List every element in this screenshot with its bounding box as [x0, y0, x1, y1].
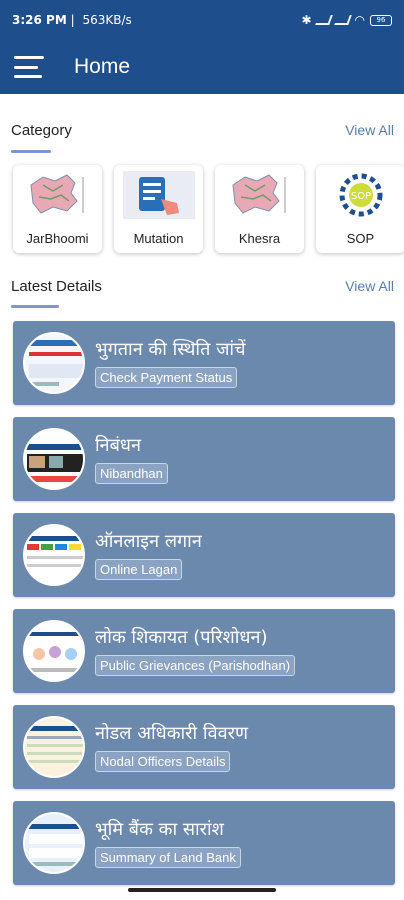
land-bank-screenshot-thumbnail	[23, 812, 85, 874]
bluetooth-icon: ✱	[301, 13, 312, 27]
signal-icon	[314, 15, 333, 25]
app-bar: Home	[0, 40, 404, 94]
latest-item-public-grievances[interactable]: लोक शिकायत (परिशोधन) Public Grievances (…	[13, 609, 395, 693]
category-header: Category View All	[11, 122, 394, 139]
item-english-label: Public Grievances (Parishodhan)	[95, 654, 296, 676]
battery-level: 96	[376, 16, 386, 24]
latest-item-payment-status[interactable]: भुगतान की स्थिति जांचें Check Payment St…	[13, 321, 395, 405]
category-heading: Category	[11, 122, 72, 139]
mutation-document-icon	[122, 171, 195, 219]
item-english-label: Online Lagan	[95, 558, 183, 580]
category-label: JarBhoomi	[26, 231, 89, 246]
page-title: Home	[74, 55, 131, 78]
category-khesra[interactable]: Khesra	[215, 165, 304, 253]
category-sop[interactable]: SOP SOP	[316, 165, 404, 253]
gesture-home-bar[interactable]	[128, 888, 276, 892]
top-bar: 3:26 PM | 563KB/s ✱ ◠ 96 Home	[0, 0, 404, 94]
item-hindi-title: भूमि बैंक का सारांश	[95, 818, 224, 840]
category-underline	[11, 150, 51, 153]
item-english-label: Summary of Land Bank	[95, 846, 241, 868]
status-icons: ✱ ◠ 96	[301, 13, 392, 27]
category-list: JarBhoomi Mutation Khesra SOP SOP	[13, 165, 404, 253]
item-english-label: Nibandhan	[95, 462, 168, 484]
latest-heading: Latest Details	[11, 278, 102, 295]
item-hindi-title: नोडल अधिकारी विवरण	[95, 722, 248, 744]
payment-screenshot-thumbnail	[23, 332, 85, 394]
item-hindi-title: भुगतान की स्थिति जांचें	[95, 338, 246, 360]
hamburger-menu-icon[interactable]	[14, 56, 44, 78]
category-view-all-link[interactable]: View All	[345, 122, 394, 138]
latest-view-all-link[interactable]: View All	[345, 278, 394, 294]
signal-icon	[333, 15, 352, 25]
latest-list: भुगतान की स्थिति जांचें Check Payment St…	[13, 321, 395, 897]
bihar-map-icon	[225, 171, 295, 219]
item-hindi-title: निबंधन	[95, 434, 141, 456]
item-hindi-title: ऑनलाइन लगान	[95, 530, 202, 552]
category-label: Mutation	[133, 231, 184, 246]
latest-item-nibandhan[interactable]: निबंधन Nibandhan	[13, 417, 395, 501]
latest-header: Latest Details View All	[11, 278, 394, 295]
grievance-screenshot-thumbnail	[23, 620, 85, 682]
item-english-label: Nodal Officers Details	[95, 750, 231, 772]
sop-gear-icon: SOP	[326, 171, 396, 219]
svg-text:SOP: SOP	[350, 191, 370, 202]
status-network-rate: 563KB/s	[82, 13, 132, 27]
latest-item-online-lagan[interactable]: ऑनलाइन लगान Online Lagan	[13, 513, 395, 597]
nibandhan-screenshot-thumbnail	[23, 428, 85, 490]
lagan-screenshot-thumbnail	[23, 524, 85, 586]
item-english-label: Check Payment Status	[95, 366, 238, 388]
latest-item-land-bank[interactable]: भूमि बैंक का सारांश Summary of Land Bank	[13, 801, 395, 885]
status-bar: 3:26 PM | 563KB/s ✱ ◠ 96	[0, 0, 404, 40]
category-mutation[interactable]: Mutation	[114, 165, 203, 253]
bihar-map-icon	[23, 171, 93, 219]
battery-icon: 96	[370, 14, 392, 26]
category-label: SOP	[346, 231, 375, 246]
status-time: 3:26 PM	[12, 13, 67, 27]
nodal-screenshot-thumbnail	[23, 716, 85, 778]
category-label: Khesra	[238, 231, 281, 246]
wifi-icon: ◠	[354, 13, 365, 27]
latest-item-nodal-officers[interactable]: नोडल अधिकारी विवरण Nodal Officers Detail…	[13, 705, 395, 789]
category-jarbhoomi[interactable]: JarBhoomi	[13, 165, 102, 253]
status-separator: |	[66, 13, 79, 27]
item-hindi-title: लोक शिकायत (परिशोधन)	[95, 626, 268, 648]
latest-underline	[11, 305, 59, 308]
